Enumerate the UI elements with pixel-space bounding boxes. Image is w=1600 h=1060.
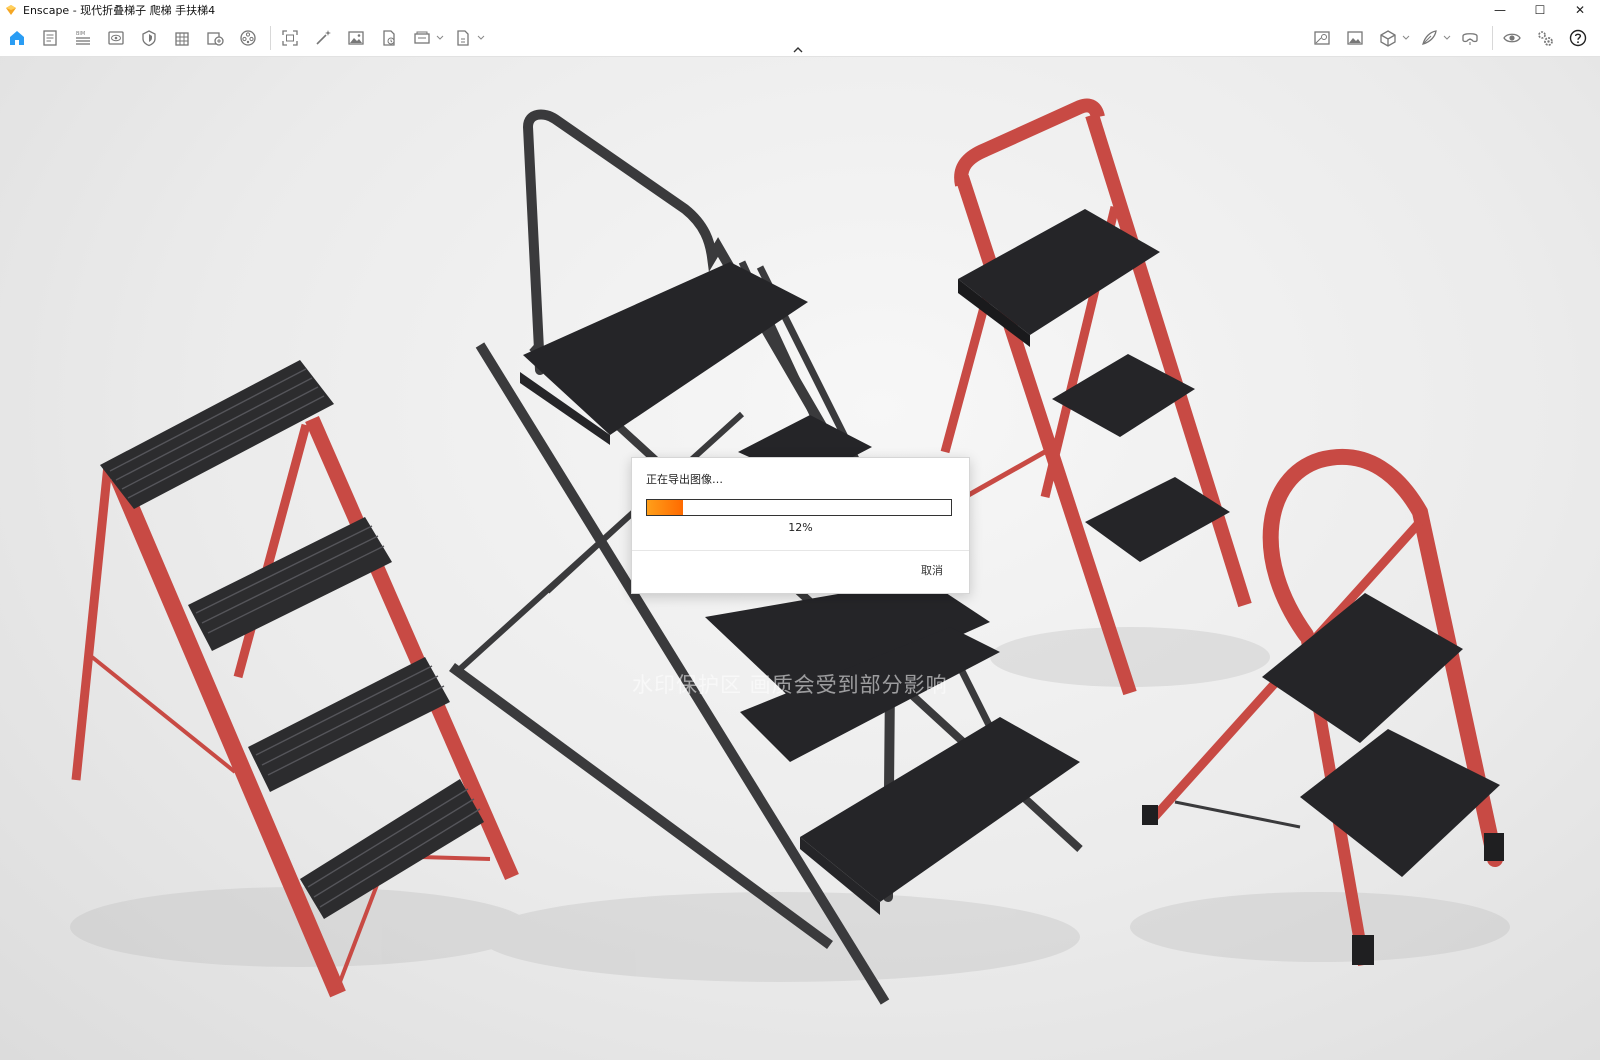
collapse-toolbar-chevron-icon[interactable] xyxy=(790,44,806,56)
file-button[interactable] xyxy=(374,23,404,53)
ladder-red-arched xyxy=(1142,448,1504,967)
file-export-dropdown-caret[interactable] xyxy=(477,23,485,53)
watermark-text: 水印保护区 画质会受到部分影响 xyxy=(632,673,948,697)
window-title: Enscape - 现代折叠梯子 爬梯 手扶梯4 xyxy=(23,4,216,17)
map-button[interactable] xyxy=(1307,23,1337,53)
magic-wand-icon xyxy=(316,30,331,45)
export-progress-dialog: 正在导出图像… 12% 取消 xyxy=(631,457,970,594)
cube-button[interactable] xyxy=(1373,23,1403,53)
vr-icon xyxy=(1462,33,1478,45)
export-progress-bar xyxy=(646,499,952,516)
feather-button[interactable] xyxy=(1414,23,1444,53)
cube-dropdown-caret[interactable] xyxy=(1402,23,1410,53)
batch-button[interactable] xyxy=(407,23,437,53)
eye-icon xyxy=(1503,33,1521,43)
materials-button[interactable] xyxy=(134,23,164,53)
enscape-logo-icon xyxy=(6,5,16,15)
screenshot-icon xyxy=(282,30,298,46)
file-export-button[interactable] xyxy=(448,23,478,53)
gallery-button[interactable] xyxy=(1340,23,1370,53)
maximize-button[interactable]: ☐ xyxy=(1520,0,1560,20)
toolbar-left-group: BIM xyxy=(2,20,489,56)
building-button[interactable] xyxy=(167,23,197,53)
feather-icon xyxy=(1422,30,1437,45)
map-icon xyxy=(1314,31,1330,45)
bim-icon: BIM xyxy=(76,31,90,45)
dialog-divider xyxy=(632,550,969,551)
feather-dropdown-caret[interactable] xyxy=(1443,23,1451,53)
vr-button[interactable] xyxy=(1455,23,1485,53)
image-icon xyxy=(348,31,364,45)
export-button[interactable] xyxy=(200,23,230,53)
cube-icon xyxy=(1380,30,1396,47)
window-controls: — ☐ ✕ xyxy=(1480,0,1600,20)
document-button[interactable] xyxy=(35,23,65,53)
toolbar-separator xyxy=(1492,26,1493,50)
chevron-down-icon xyxy=(1402,35,1410,40)
progress-percent-label: 12% xyxy=(788,521,813,534)
settings-button[interactable] xyxy=(1530,23,1560,53)
ladder-red-tall xyxy=(940,98,1252,696)
home-icon xyxy=(10,31,24,45)
export-icon xyxy=(207,32,224,46)
help-icon xyxy=(1569,29,1587,47)
close-button[interactable]: ✕ xyxy=(1560,0,1600,20)
home-button[interactable] xyxy=(2,23,32,53)
chevron-down-icon xyxy=(477,35,485,40)
visibility-button[interactable] xyxy=(101,23,131,53)
batch-icon xyxy=(414,31,430,44)
cancel-button[interactable]: 取消 xyxy=(921,562,943,578)
materials-icon xyxy=(142,30,156,47)
chevron-down-icon xyxy=(1443,35,1451,40)
progress-fill xyxy=(647,500,684,515)
file-icon xyxy=(383,30,395,46)
svg-text:BIM: BIM xyxy=(76,31,85,37)
asset-library-icon xyxy=(240,30,256,46)
visibility-icon xyxy=(108,31,124,45)
bim-button[interactable]: BIM xyxy=(68,23,98,53)
batch-dropdown-caret[interactable] xyxy=(436,23,444,53)
eye-button[interactable] xyxy=(1497,23,1527,53)
building-icon xyxy=(175,32,189,46)
asset-library-button[interactable] xyxy=(233,23,263,53)
minimize-button[interactable]: — xyxy=(1480,0,1520,20)
screenshot-button[interactable] xyxy=(275,23,305,53)
settings-icon xyxy=(1538,31,1553,46)
toolbar-right-group xyxy=(1307,20,1596,56)
document-icon xyxy=(43,30,57,46)
toolbar-separator xyxy=(270,26,271,50)
chevron-down-icon xyxy=(436,35,444,40)
image-button[interactable] xyxy=(341,23,371,53)
magic-wand-button[interactable] xyxy=(308,23,338,53)
gallery-icon xyxy=(1347,31,1363,45)
help-button[interactable] xyxy=(1563,23,1593,53)
file-export-icon xyxy=(457,30,469,46)
title-bar: Enscape - 现代折叠梯子 爬梯 手扶梯4 — ☐ ✕ xyxy=(0,0,1600,20)
dialog-title: 正在导出图像… xyxy=(646,473,723,486)
